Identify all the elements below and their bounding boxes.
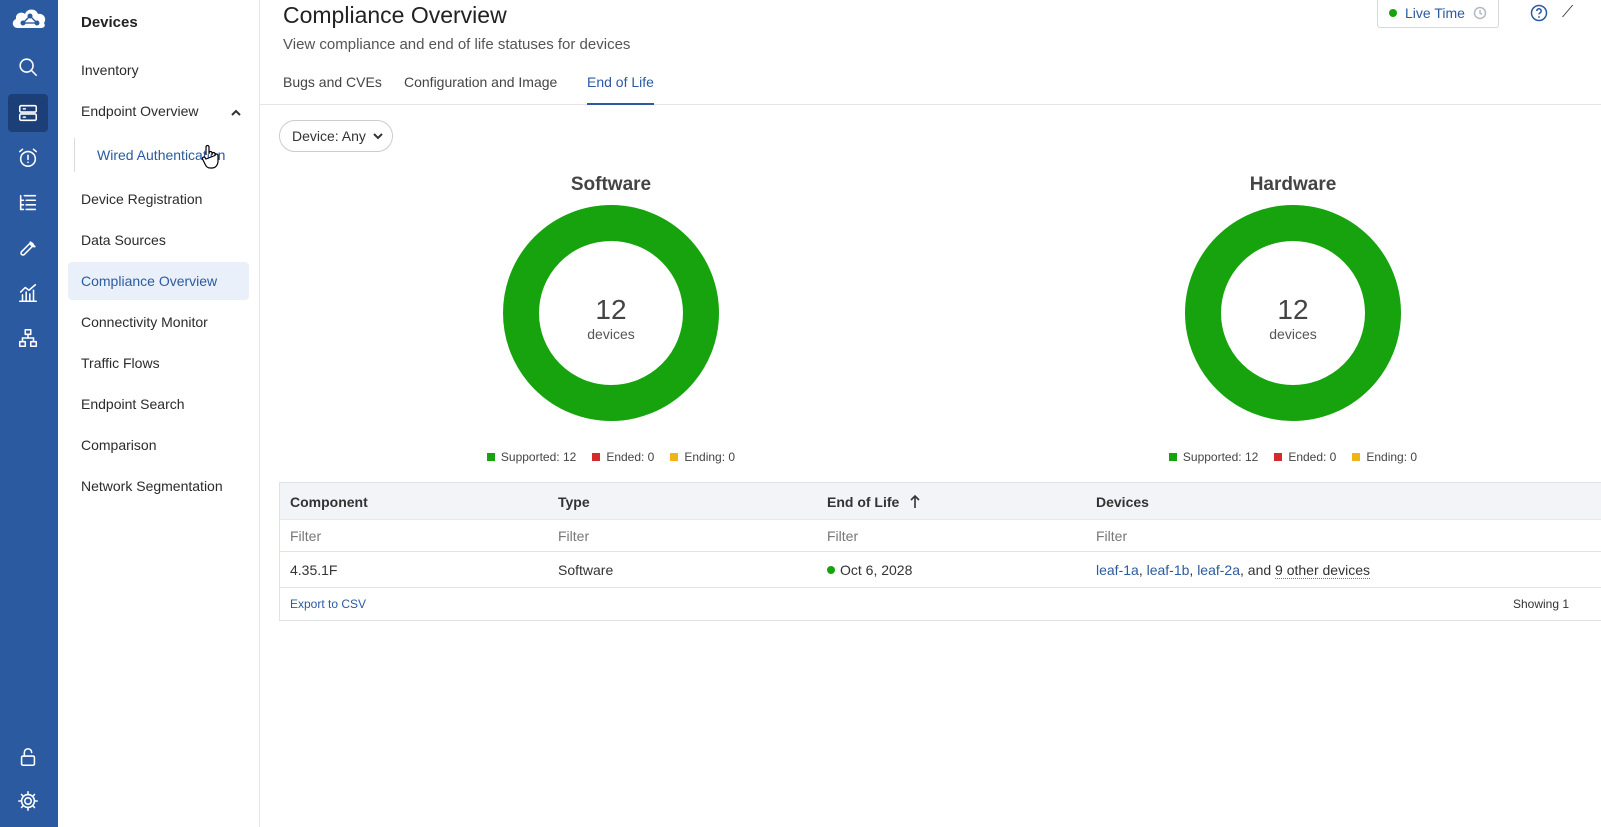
sidebar-item-traffic-flows[interactable]: Traffic Flows [68, 344, 249, 382]
column-header-devices[interactable]: Devices [1096, 494, 1149, 510]
table-row: 4.35.1F Software Oct 6, 2028 leaf-1a, le… [280, 552, 1601, 588]
software-donut-center: 12 devices [461, 294, 761, 342]
page-subtitle: View compliance and end of life statuses… [283, 36, 631, 53]
type-cell: Software [558, 562, 614, 578]
column-header-end-of-life[interactable]: End of Life [827, 494, 921, 510]
hardware-device-unit: devices [1269, 326, 1317, 342]
tab-bugs-and-cves[interactable]: Bugs and CVEs [283, 74, 382, 105]
sidebar-item-device-registration[interactable]: Device Registration [68, 180, 249, 218]
hardware-donut-center: 12 devices [1143, 294, 1443, 342]
server-icon[interactable] [8, 94, 48, 132]
hardware-device-count: 12 [1277, 294, 1309, 325]
icon-rail [0, 0, 58, 827]
hardware-donut: Hardware 12 devices Supported: 12 Ended:… [1143, 174, 1443, 464]
sidebar-item-label: Endpoint Overview [81, 103, 199, 119]
compliance-tabs: Bugs and CVEs Configuration and Image En… [260, 66, 1601, 105]
hardware-legend: Supported: 12 Ended: 0 Ending: 0 [1143, 450, 1443, 464]
tab-end-of-life[interactable]: End of Life [587, 74, 654, 105]
type-filter-input[interactable]: Filter [558, 528, 589, 544]
network-icon[interactable] [8, 319, 48, 357]
table-footer: Export to CSV Showing 1 [280, 588, 1601, 620]
alarm-icon[interactable] [8, 139, 48, 177]
devices-filter-input[interactable]: Filter [1096, 528, 1127, 544]
eol-filter-input[interactable]: Filter [827, 528, 858, 544]
table-header: Component Type End of Life Devices [280, 483, 1601, 520]
gear-icon[interactable] [8, 782, 48, 820]
legend-ending: Ending: 0 [670, 450, 735, 464]
software-device-unit: devices [587, 326, 635, 342]
sidebar-item-network-segmentation[interactable]: Network Segmentation [68, 467, 249, 505]
status-dot [827, 566, 835, 574]
device-filter-label: Device: Any [292, 128, 366, 144]
device-link[interactable]: leaf-1b [1147, 562, 1190, 578]
tab-configuration-and-image[interactable]: Configuration and Image [404, 74, 557, 105]
user-menu-icon[interactable]: ⟋ [1562, 4, 1573, 22]
sidebar-subitem-wired-authentication[interactable]: Wired Authentication [74, 138, 249, 172]
column-header-type[interactable]: Type [558, 494, 590, 510]
sidebar-item-endpoint-search[interactable]: Endpoint Search [68, 385, 249, 423]
sidebar-item-comparison[interactable]: Comparison [68, 426, 249, 464]
unlock-icon[interactable] [8, 738, 48, 776]
device-filter-button[interactable]: Device: Any [279, 120, 393, 152]
software-donut-title: Software [570, 174, 652, 195]
sidebar-item-data-sources[interactable]: Data Sources [68, 221, 249, 259]
chevron-down-icon [373, 133, 383, 140]
hardware-donut-title: Hardware [1249, 174, 1337, 195]
chevron-up-icon[interactable] [231, 105, 241, 116]
help-icon[interactable] [1530, 4, 1548, 22]
software-donut: Software 12 devices Supported: 12 Ended:… [461, 174, 761, 464]
legend-ended: Ended: 0 [592, 450, 654, 464]
legend-supported: Supported: 12 [486, 450, 576, 464]
column-header-label: End of Life [827, 494, 900, 510]
eol-table: Component Type End of Life Devices Filte… [279, 482, 1601, 621]
showing-count: Showing 1 [1513, 597, 1570, 611]
sidebar-item-connectivity-monitor[interactable]: Connectivity Monitor [68, 303, 249, 341]
devices-cell: leaf-1a, leaf-1b, leaf-2a, and 9 other d… [1096, 562, 1370, 579]
live-time-label: Live Time [1405, 5, 1465, 21]
export-csv-link[interactable]: Export to CSV [290, 597, 366, 611]
live-time-button[interactable]: Live Time [1377, 0, 1499, 28]
legend-ending: Ending: 0 [1352, 450, 1417, 464]
hand-cursor-icon [201, 144, 219, 169]
software-legend: Supported: 12 Ended: 0 Ending: 0 [461, 450, 761, 464]
column-header-component[interactable]: Component [290, 494, 368, 510]
search-icon[interactable] [8, 48, 48, 86]
eol-date: Oct 6, 2028 [840, 562, 913, 578]
cloud-logo-icon[interactable] [8, 2, 50, 34]
other-devices-link[interactable]: 9 other devices [1275, 562, 1370, 579]
live-status-dot [1389, 9, 1397, 17]
component-cell: 4.35.1F [290, 562, 338, 578]
sidebar-item-inventory[interactable]: Inventory [68, 51, 249, 89]
legend-ended: Ended: 0 [1274, 450, 1336, 464]
filter-row: Filter Filter Filter Filter [280, 520, 1601, 552]
legend-supported: Supported: 12 [1168, 450, 1258, 464]
sidebar-item-endpoint-overview[interactable]: Endpoint Overview [68, 92, 249, 130]
device-link[interactable]: leaf-1a [1096, 562, 1139, 578]
sidebar-item-compliance-overview[interactable]: Compliance Overview [68, 262, 249, 300]
page-title: Compliance Overview [283, 2, 507, 28]
sidebar-title: Devices [81, 14, 138, 31]
component-filter-input[interactable]: Filter [290, 528, 321, 544]
wrench-icon[interactable] [8, 229, 48, 267]
clock-icon [1473, 6, 1487, 20]
sort-ascending-icon[interactable] [909, 494, 921, 509]
list-tree-icon[interactable] [8, 184, 48, 222]
software-device-count: 12 [595, 294, 627, 325]
device-link[interactable]: leaf-2a [1197, 562, 1240, 578]
chart-icon[interactable] [8, 274, 48, 312]
eol-cell: Oct 6, 2028 [827, 562, 912, 578]
main-content: Compliance Overview View compliance and … [260, 0, 1601, 827]
devices-sidebar: Devices Inventory Endpoint Overview Wire… [58, 0, 260, 827]
and-text: and [1247, 562, 1272, 578]
